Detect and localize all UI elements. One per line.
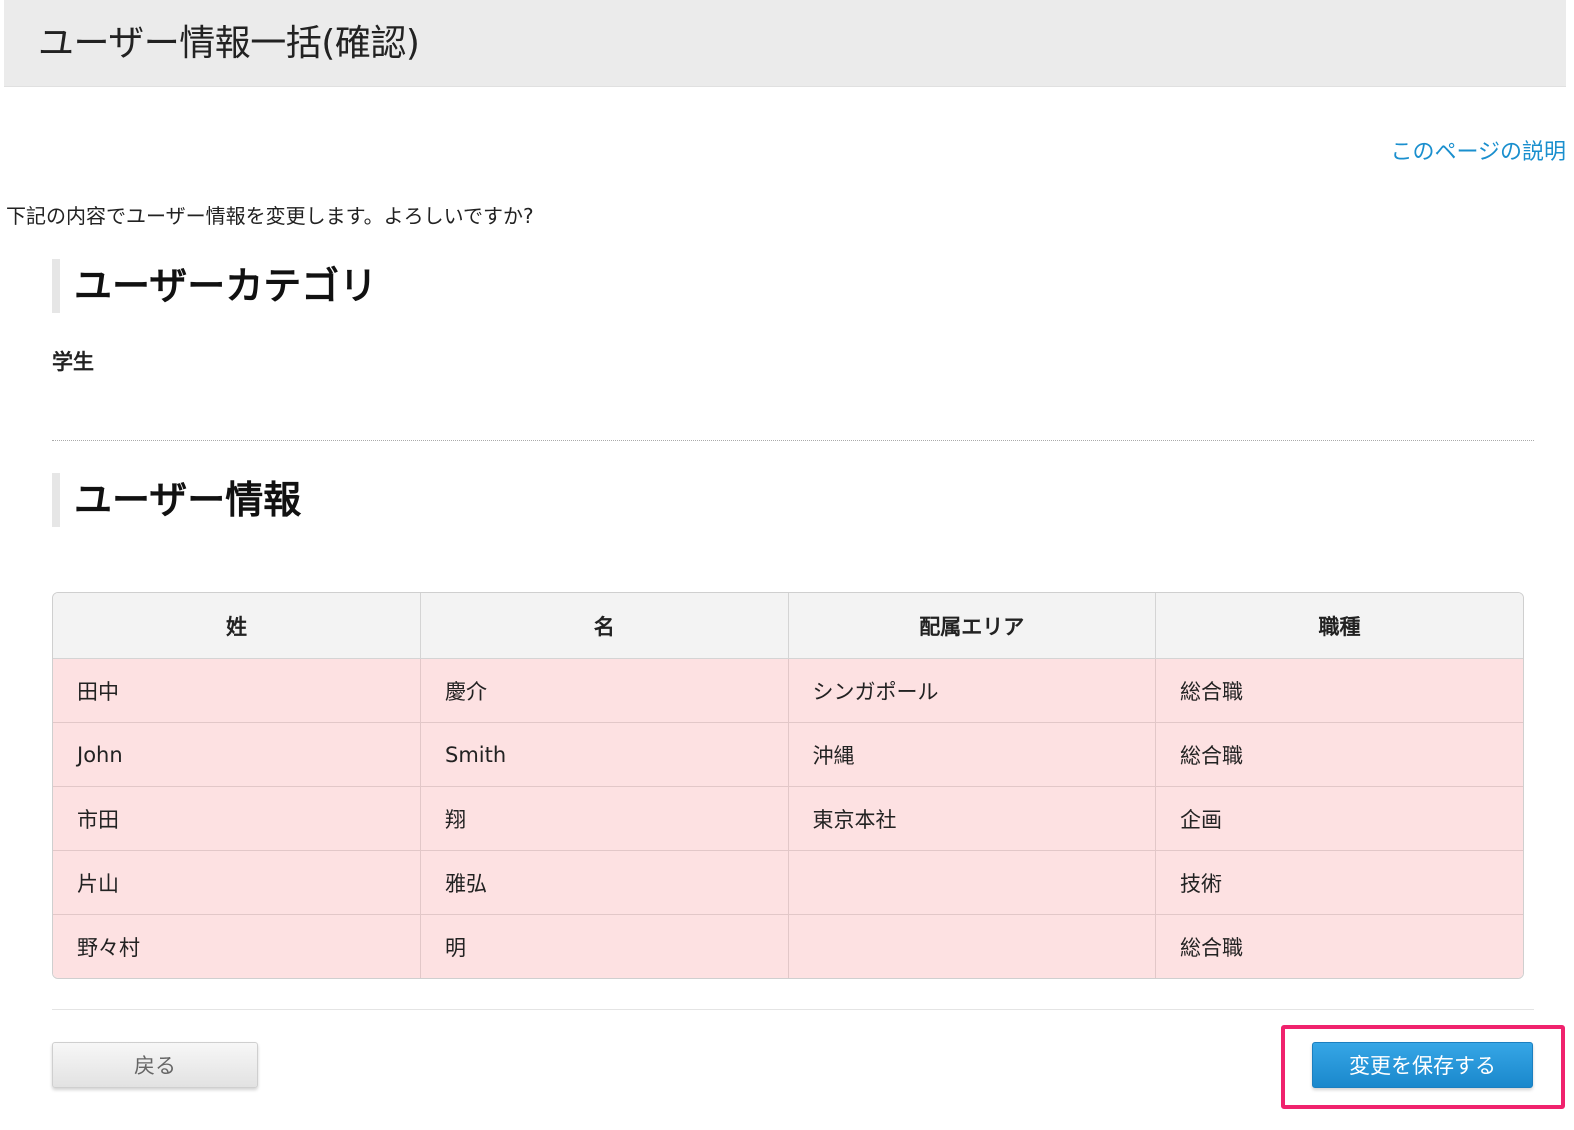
- cell-first-name: Smith: [420, 722, 789, 787]
- table-row: 片山 雅弘 技術: [53, 850, 1523, 915]
- cell-area: 沖縄: [788, 722, 1156, 787]
- cell-last-name: 田中: [53, 658, 421, 723]
- cell-last-name: 野々村: [53, 914, 421, 978]
- cell-first-name: 雅弘: [420, 850, 789, 915]
- table-row: 市田 翔 東京本社 企画: [53, 786, 1523, 851]
- cell-job-type: 企画: [1155, 786, 1523, 851]
- back-button[interactable]: 戻る: [52, 1042, 258, 1088]
- cell-job-type: 総合職: [1155, 914, 1523, 978]
- table-row: 野々村 明 総合職: [53, 914, 1523, 978]
- column-header-first-name: 名: [420, 593, 789, 659]
- footer-divider: [52, 1009, 1534, 1010]
- table-row: 田中 慶介 シンガポール 総合職: [53, 658, 1523, 723]
- section-divider: [52, 440, 1534, 441]
- column-header-job-type: 職種: [1155, 593, 1523, 659]
- user-info-heading: ユーザー情報: [52, 473, 301, 527]
- page-header: ユーザー情報一括(確認): [4, 0, 1566, 87]
- cell-last-name: 市田: [53, 786, 421, 851]
- cell-first-name: 翔: [420, 786, 789, 851]
- save-changes-button[interactable]: 変更を保存する: [1312, 1042, 1533, 1088]
- cell-area: [788, 850, 1156, 915]
- cell-first-name: 明: [420, 914, 789, 978]
- cell-area: 東京本社: [788, 786, 1156, 851]
- page-title: ユーザー情報一括(確認): [38, 23, 420, 64]
- page-help-link[interactable]: このページの説明: [1390, 134, 1566, 166]
- cell-last-name: John: [53, 722, 421, 787]
- user-info-table: 姓 名 配属エリア 職種 田中 慶介 シンガポール 総合職 John Smith…: [52, 592, 1524, 979]
- table-header-row: 姓 名 配属エリア 職種: [53, 593, 1523, 659]
- cell-job-type: 総合職: [1155, 722, 1523, 787]
- cell-area: シンガポール: [788, 658, 1156, 723]
- confirmation-message: 下記の内容でユーザー情報を変更します。よろしいですか?: [6, 204, 534, 228]
- column-header-area: 配属エリア: [788, 593, 1156, 659]
- cell-job-type: 技術: [1155, 850, 1523, 915]
- cell-last-name: 片山: [53, 850, 421, 915]
- user-category-value: 学生: [52, 350, 94, 374]
- user-category-heading: ユーザーカテゴリ: [52, 259, 377, 313]
- cell-job-type: 総合職: [1155, 658, 1523, 723]
- table-row: John Smith 沖縄 総合職: [53, 722, 1523, 787]
- cell-area: [788, 914, 1156, 978]
- cell-first-name: 慶介: [420, 658, 789, 723]
- column-header-last-name: 姓: [53, 593, 421, 659]
